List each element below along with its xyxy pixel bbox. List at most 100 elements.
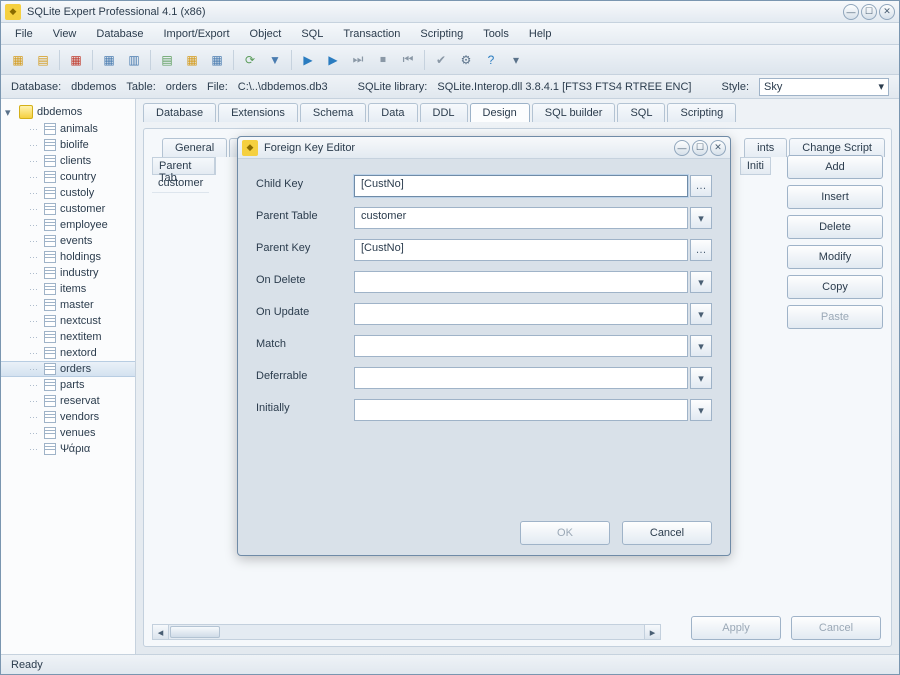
add-button[interactable]: Add <box>787 155 883 179</box>
tool-commit-icon[interactable]: ✔ <box>430 49 452 71</box>
tool-table-icon[interactable]: ▦ <box>98 49 120 71</box>
tool-help-icon[interactable]: ? <box>480 49 502 71</box>
tree-table-nextitem[interactable]: ⋯nextitem <box>1 329 135 345</box>
grid-row[interactable]: customer <box>152 175 209 193</box>
cancel-button[interactable]: Cancel <box>791 616 881 640</box>
dialog-ok-button[interactable]: OK <box>520 521 610 545</box>
apply-button[interactable]: Apply <box>691 616 781 640</box>
tab-sql-builder[interactable]: SQL builder <box>532 103 616 122</box>
tool-filter-icon[interactable]: ▼ <box>264 49 286 71</box>
maximize-button[interactable]: ☐ <box>861 4 877 20</box>
delete-button[interactable]: Delete <box>787 215 883 239</box>
tree-table-customer[interactable]: ⋯customer <box>1 201 135 217</box>
menu-sql[interactable]: SQL <box>293 25 331 43</box>
tool-prev-icon[interactable]: ⏮ <box>397 49 419 71</box>
close-button[interactable]: ✕ <box>879 4 895 20</box>
parent-table-dropdown-button[interactable]: ▾ <box>690 207 712 229</box>
tree-table-events[interactable]: ⋯events <box>1 233 135 249</box>
menu-database[interactable]: Database <box>88 25 151 43</box>
tab-extensions[interactable]: Extensions <box>218 103 298 122</box>
tree-table-venues[interactable]: ⋯venues <box>1 425 135 441</box>
menu-file[interactable]: File <box>7 25 41 43</box>
tree-table-orders[interactable]: ⋯orders <box>1 361 135 377</box>
scroll-left-icon[interactable]: ◂ <box>153 625 169 639</box>
tree-table-holdings[interactable]: ⋯holdings <box>1 249 135 265</box>
tab-design[interactable]: Design <box>470 103 530 122</box>
menu-transaction[interactable]: Transaction <box>335 25 408 43</box>
tree-table-parts[interactable]: ⋯parts <box>1 377 135 393</box>
menu-import-export[interactable]: Import/Export <box>155 25 237 43</box>
tab-data[interactable]: Data <box>368 103 417 122</box>
tool-new-db-icon[interactable]: ▦ <box>7 49 29 71</box>
deferrable-field[interactable] <box>354 367 688 389</box>
tool-execute-step-icon[interactable]: ▶ <box>322 49 344 71</box>
tool-close-db-icon[interactable]: ▦ <box>65 49 87 71</box>
child-key-browse-button[interactable]: … <box>690 175 712 197</box>
tree-table-reservat[interactable]: ⋯reservat <box>1 393 135 409</box>
tree-table-vendors[interactable]: ⋯vendors <box>1 409 135 425</box>
tool-drop-icon[interactable]: ▦ <box>206 49 228 71</box>
paste-button[interactable]: Paste <box>787 305 883 329</box>
tree-table-biolife[interactable]: ⋯biolife <box>1 137 135 153</box>
menu-help[interactable]: Help <box>521 25 560 43</box>
dialog-cancel-button[interactable]: Cancel <box>622 521 712 545</box>
dialog-minimize-button[interactable]: — <box>674 140 690 156</box>
child-key-field[interactable]: [CustNo] <box>354 175 688 197</box>
grid-header-initially[interactable]: Initi <box>740 157 771 175</box>
subtab-general[interactable]: General <box>162 138 227 157</box>
modify-button[interactable]: Modify <box>787 245 883 269</box>
tree-table-animals[interactable]: ⋯animals <box>1 121 135 137</box>
tree-table-custoly[interactable]: ⋯custoly <box>1 185 135 201</box>
tool-settings-icon[interactable]: ⚙ <box>455 49 477 71</box>
horizontal-scrollbar[interactable]: ◂ ▸ <box>152 624 661 640</box>
tool-refresh-icon[interactable]: ⟳ <box>239 49 261 71</box>
tree-table-items[interactable]: ⋯items <box>1 281 135 297</box>
menu-scripting[interactable]: Scripting <box>412 25 471 43</box>
parent-table-field[interactable]: customer <box>354 207 688 229</box>
dialog-close-button[interactable]: ✕ <box>710 140 726 156</box>
tree-table-country[interactable]: ⋯country <box>1 169 135 185</box>
tool-trigger-icon[interactable]: ▦ <box>181 49 203 71</box>
scroll-thumb[interactable] <box>170 626 220 638</box>
tree-collapse-icon[interactable]: ▾ <box>5 106 15 119</box>
insert-button[interactable]: Insert <box>787 185 883 209</box>
initially-dropdown-button[interactable]: ▾ <box>690 399 712 421</box>
deferrable-dropdown-button[interactable]: ▾ <box>690 367 712 389</box>
on-update-field[interactable] <box>354 303 688 325</box>
tool-execute-icon[interactable]: ▶ <box>297 49 319 71</box>
dialog-maximize-button[interactable]: ☐ <box>692 140 708 156</box>
tree-table-Ψάρια[interactable]: ⋯Ψάρια <box>1 441 135 457</box>
initially-field[interactable] <box>354 399 688 421</box>
style-combo[interactable]: Sky ▾ <box>759 78 889 96</box>
tree-db-node[interactable]: ▾ dbdemos <box>1 103 135 121</box>
tool-index-icon[interactable]: ▤ <box>156 49 178 71</box>
tool-view-icon[interactable]: ▥ <box>123 49 145 71</box>
parent-key-browse-button[interactable]: … <box>690 239 712 261</box>
tree-table-employee[interactable]: ⋯employee <box>1 217 135 233</box>
tree-table-clients[interactable]: ⋯clients <box>1 153 135 169</box>
subtab-constraints[interactable]: ints <box>744 138 787 157</box>
match-dropdown-button[interactable]: ▾ <box>690 335 712 357</box>
tool-stop-icon[interactable]: ⏹ <box>372 49 394 71</box>
tool-next-icon[interactable]: ⏭ <box>347 49 369 71</box>
tab-scripting[interactable]: Scripting <box>667 103 736 122</box>
tab-ddl[interactable]: DDL <box>420 103 468 122</box>
menu-object[interactable]: Object <box>242 25 290 43</box>
tab-database[interactable]: Database <box>143 103 216 122</box>
copy-button[interactable]: Copy <box>787 275 883 299</box>
tab-schema[interactable]: Schema <box>300 103 366 122</box>
tool-dropdown-icon[interactable]: ▾ <box>505 49 527 71</box>
minimize-button[interactable]: — <box>843 4 859 20</box>
tree-table-industry[interactable]: ⋯industry <box>1 265 135 281</box>
match-field[interactable] <box>354 335 688 357</box>
on-delete-dropdown-button[interactable]: ▾ <box>690 271 712 293</box>
menu-view[interactable]: View <box>45 25 85 43</box>
tool-open-db-icon[interactable]: ▤ <box>32 49 54 71</box>
on-delete-field[interactable] <box>354 271 688 293</box>
tree-table-nextcust[interactable]: ⋯nextcust <box>1 313 135 329</box>
parent-key-field[interactable]: [CustNo] <box>354 239 688 261</box>
menu-tools[interactable]: Tools <box>475 25 517 43</box>
tree-table-nextord[interactable]: ⋯nextord <box>1 345 135 361</box>
scroll-right-icon[interactable]: ▸ <box>644 625 660 639</box>
tree-table-master[interactable]: ⋯master <box>1 297 135 313</box>
